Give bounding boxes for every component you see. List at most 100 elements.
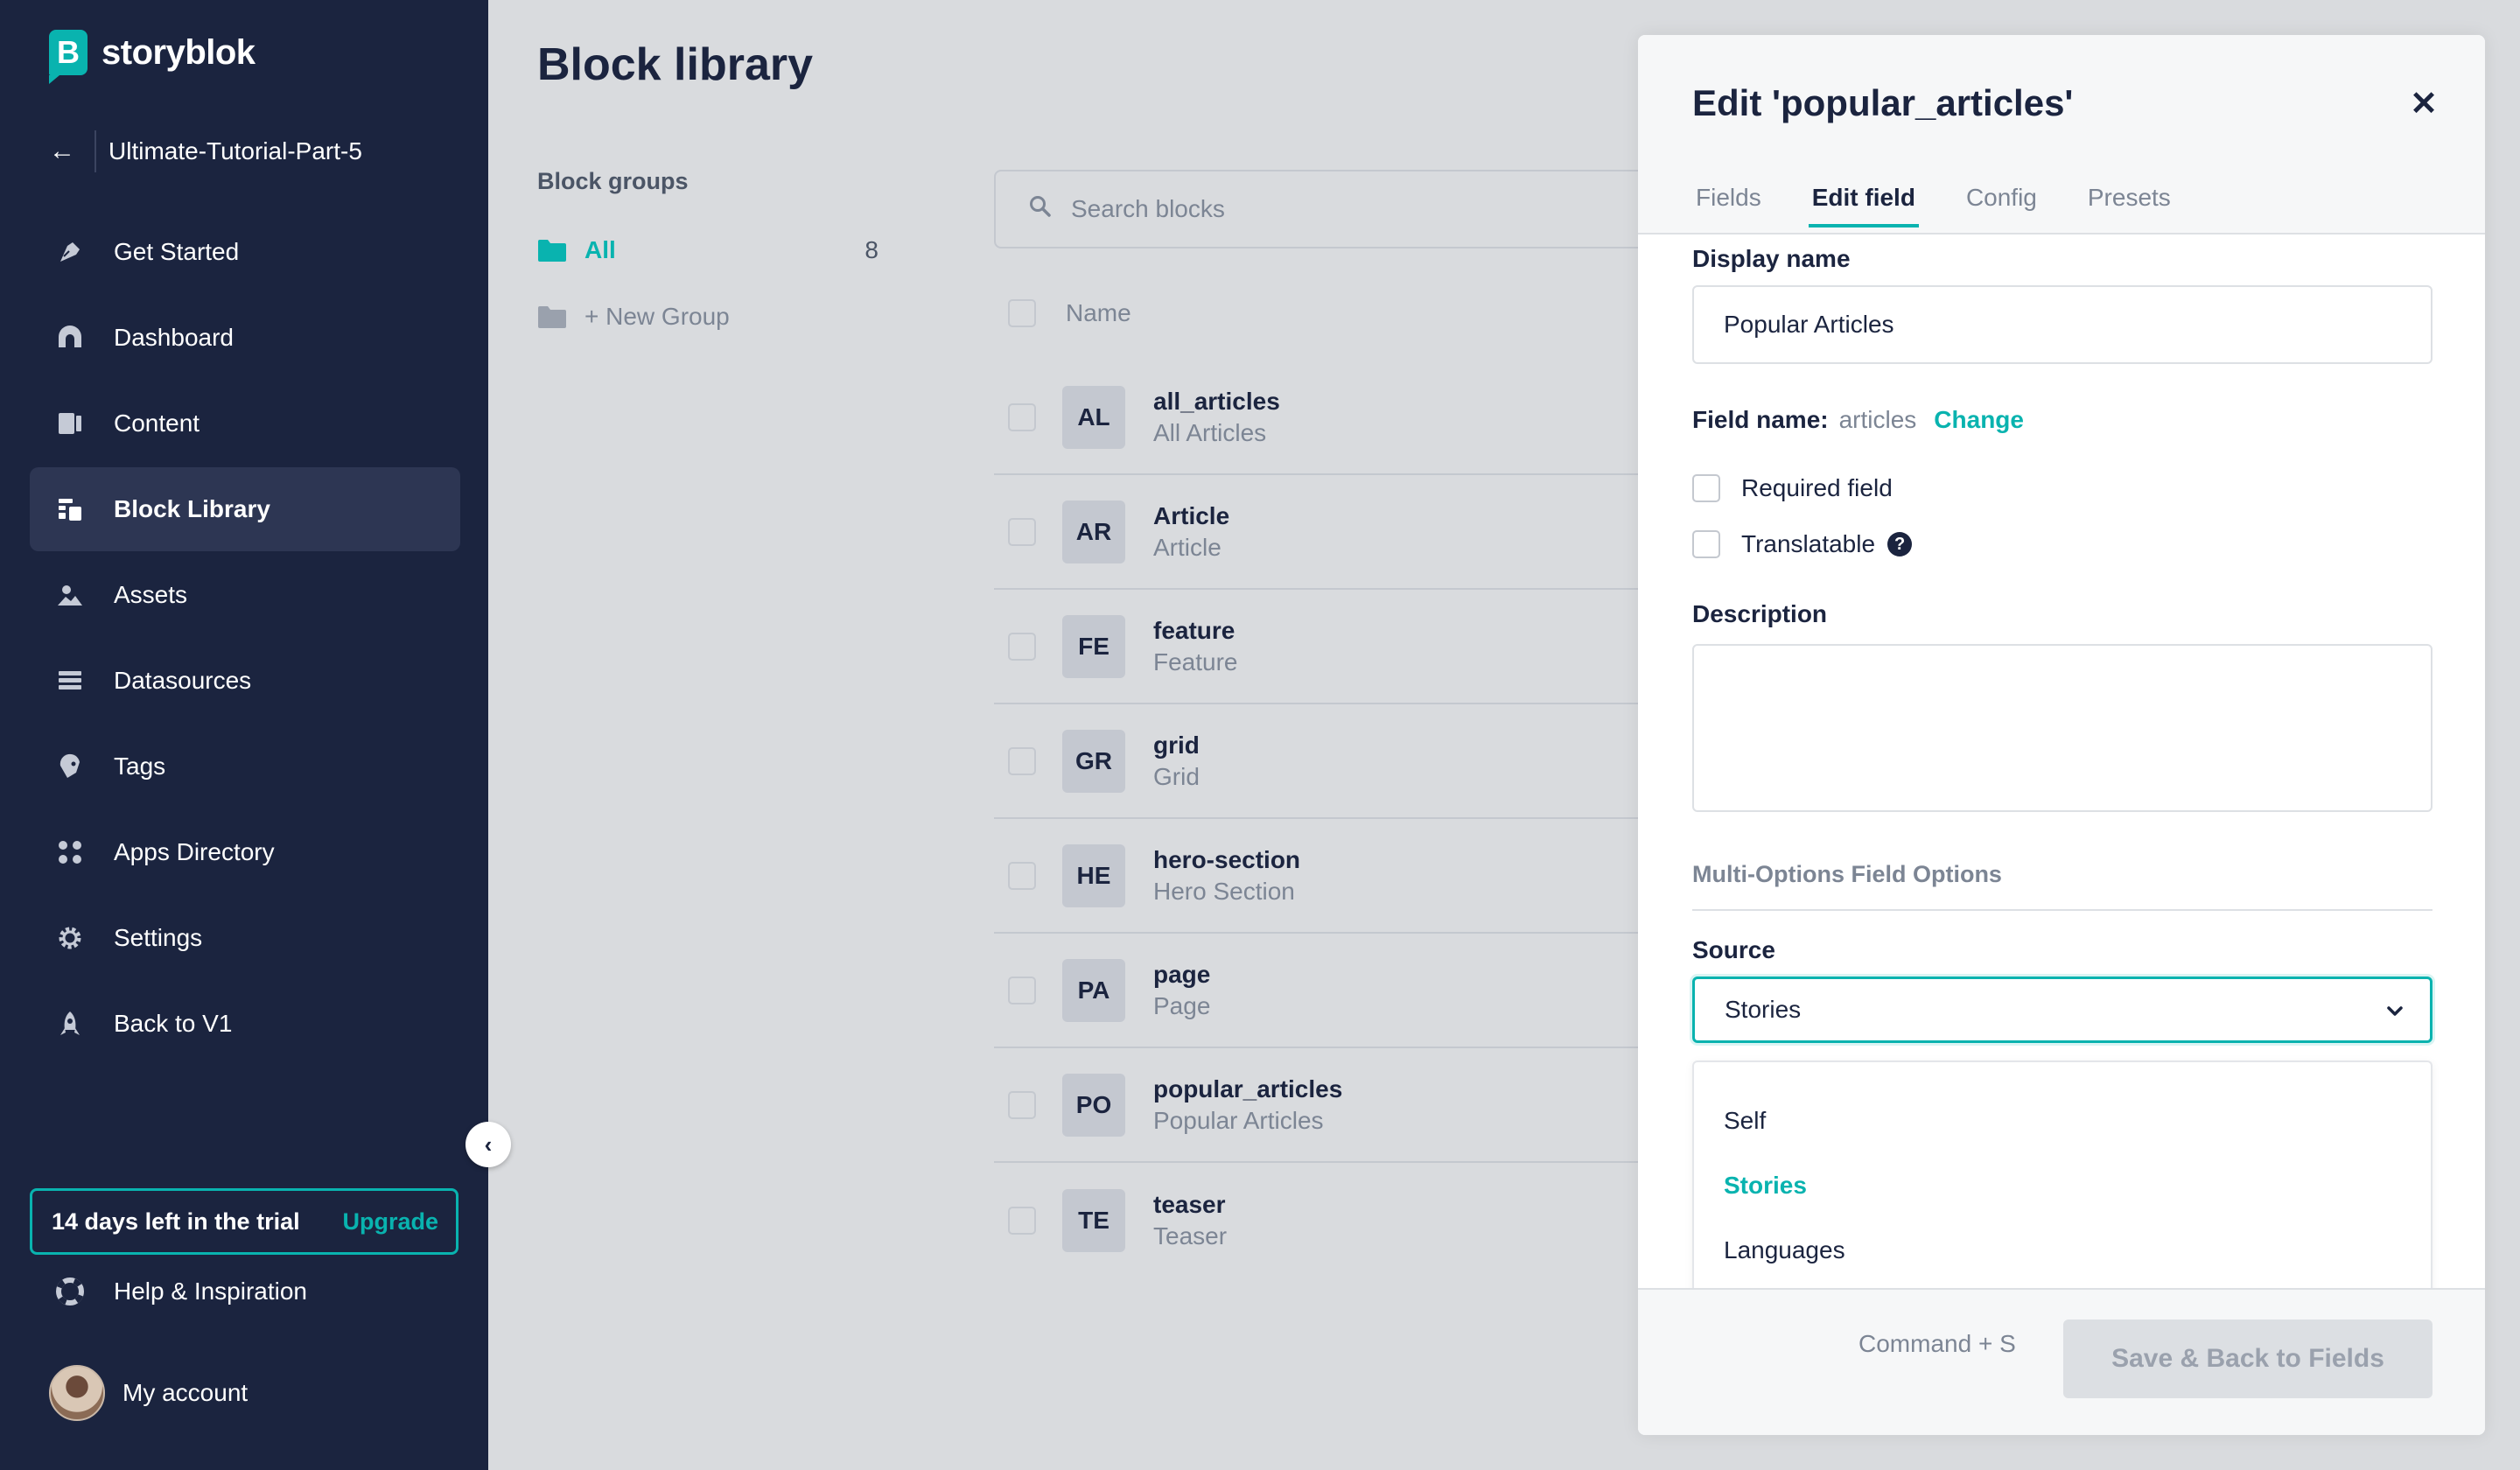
- assets-icon: [54, 579, 86, 611]
- source-option-self[interactable]: Self: [1694, 1088, 2431, 1153]
- row-checkbox[interactable]: [1008, 1206, 1036, 1235]
- block-row[interactable]: PA page Page: [994, 934, 1659, 1048]
- block-row[interactable]: PO popular_articles Popular Articles: [994, 1048, 1659, 1163]
- source-dropdown: SelfStoriesLanguagesDatasource: [1692, 1060, 2432, 1328]
- required-checkbox[interactable]: [1692, 474, 1720, 502]
- sidebar-item-back-to-v1[interactable]: Back to V1: [30, 982, 460, 1066]
- upgrade-link[interactable]: Upgrade: [342, 1208, 438, 1236]
- block-technical-name: popular_articles: [1153, 1074, 1343, 1102]
- row-checkbox[interactable]: [1008, 1090, 1036, 1119]
- sidebar-item-label: Datasources: [114, 667, 252, 694]
- block-text: page Page: [1153, 961, 1210, 1020]
- block-display-name: Hero Section: [1153, 877, 1295, 905]
- divider: [94, 130, 96, 172]
- sidebar-item-label: Settings: [114, 924, 203, 951]
- block-technical-name: feature: [1153, 616, 1236, 644]
- dashboard-icon: [54, 322, 86, 354]
- gear-icon: [54, 922, 86, 954]
- sidebar-item-tags[interactable]: Tags: [30, 724, 460, 808]
- sidebar-item-label: Tags: [114, 752, 166, 780]
- block-text: all_articles All Articles: [1153, 388, 1280, 447]
- block-list: AL all_articles All Articles AR Article Artic…: [994, 360, 1659, 1278]
- source-option-languages[interactable]: Languages: [1694, 1218, 2431, 1283]
- sidebar-item-get-started[interactable]: Get Started: [30, 210, 460, 294]
- translatable-row[interactable]: Translatable ?: [1692, 530, 1913, 558]
- translatable-checkbox[interactable]: [1692, 530, 1720, 558]
- block-technical-name: page: [1153, 960, 1211, 988]
- search-placeholder: Search blocks: [1071, 195, 1225, 222]
- space-switcher[interactable]: ← Ultimate-Tutorial-Part-5: [49, 126, 460, 177]
- apps-icon: [54, 836, 86, 868]
- block-row[interactable]: AL all_articles All Articles: [994, 360, 1659, 475]
- row-checkbox[interactable]: [1008, 976, 1036, 1004]
- sidebar-item-help[interactable]: Help & Inspiration: [54, 1276, 307, 1307]
- display-name-value: Popular Articles: [1724, 311, 1894, 338]
- row-checkbox[interactable]: [1008, 861, 1036, 890]
- sidebar-item-settings[interactable]: Settings: [30, 896, 460, 980]
- search-input[interactable]: Search blocks: [994, 170, 1659, 248]
- sidebar-item-apps-directory[interactable]: Apps Directory: [30, 810, 460, 894]
- storyblok-logo[interactable]: B storyblok: [49, 30, 256, 84]
- new-group-button[interactable]: + New Group: [537, 296, 878, 338]
- group-label: All: [584, 236, 616, 263]
- sidebar-item-account[interactable]: My account: [49, 1365, 248, 1421]
- collapse-sidebar-button[interactable]: ‹: [466, 1122, 511, 1167]
- group-all[interactable]: All 8: [537, 229, 878, 271]
- save-back-button[interactable]: Save & Back to Fields: [2063, 1320, 2432, 1398]
- required-field-row[interactable]: Required field: [1692, 474, 1893, 502]
- brand-name: storyblok: [102, 32, 256, 72]
- edit-block-panel: Edit 'popular_articles' ✕ Fields Edit fie…: [1638, 35, 2485, 1435]
- block-badge: PO: [1062, 1073, 1125, 1137]
- description-textarea[interactable]: [1692, 644, 2432, 812]
- block-display-name: Feature: [1153, 648, 1238, 676]
- source-selected-value: Stories: [1725, 996, 1802, 1023]
- block-technical-name: all_articles: [1153, 387, 1280, 415]
- tab-fields[interactable]: Fields: [1692, 184, 1765, 228]
- row-checkbox[interactable]: [1008, 517, 1036, 546]
- sidebar: B storyblok ← Ultimate-Tutorial-Part-5 G…: [0, 0, 488, 1470]
- sidebar-item-label: Back to V1: [114, 1010, 233, 1037]
- source-select[interactable]: Stories: [1692, 976, 2432, 1043]
- description-label: Description: [1692, 600, 1828, 627]
- block-badge: PA: [1062, 958, 1125, 1022]
- field-name-label: Field name:: [1692, 406, 1829, 433]
- page-title: Block library: [537, 39, 814, 90]
- chevron-left-icon: ‹: [484, 1130, 493, 1158]
- close-icon[interactable]: ✕: [2410, 84, 2438, 123]
- display-name-field[interactable]: Popular Articles: [1692, 285, 2432, 364]
- space-name: Ultimate-Tutorial-Part-5: [108, 137, 362, 164]
- block-badge: AR: [1062, 500, 1125, 564]
- tab-config[interactable]: Config: [1963, 184, 2040, 228]
- folder-icon: [537, 238, 567, 262]
- sidebar-item-dashboard[interactable]: Dashboard: [30, 296, 460, 380]
- select-all-checkbox[interactable]: [1008, 299, 1036, 327]
- sidebar-item-content[interactable]: Content: [30, 382, 460, 466]
- block-row[interactable]: HE hero-section Hero Section: [994, 819, 1659, 934]
- arrow-left-icon[interactable]: ←: [49, 136, 93, 166]
- sidebar-item-datasources[interactable]: Datasources: [30, 639, 460, 723]
- change-field-name-link[interactable]: Change: [1934, 406, 2024, 434]
- column-name[interactable]: Name: [1066, 299, 1131, 327]
- sidebar-item-assets[interactable]: Assets: [30, 553, 460, 637]
- source-label: Source: [1692, 936, 1775, 963]
- block-row[interactable]: FE feature Feature: [994, 590, 1659, 704]
- block-text: teaser Teaser: [1153, 1191, 1227, 1250]
- row-checkbox[interactable]: [1008, 402, 1036, 431]
- tab-presets[interactable]: Presets: [2084, 184, 2174, 228]
- help-icon[interactable]: ?: [1887, 532, 1913, 556]
- row-checkbox[interactable]: [1008, 632, 1036, 661]
- block-row[interactable]: TE teaser Teaser: [994, 1163, 1659, 1278]
- block-technical-name: teaser: [1153, 1190, 1226, 1218]
- tags-icon: [54, 751, 86, 782]
- sidebar-item-block-library[interactable]: Block Library: [30, 467, 460, 551]
- content-icon: [54, 408, 86, 439]
- tab-edit-field[interactable]: Edit field: [1808, 184, 1919, 228]
- block-display-name: All Articles: [1153, 418, 1267, 446]
- row-checkbox[interactable]: [1008, 746, 1036, 775]
- block-technical-name: hero-section: [1153, 845, 1301, 873]
- panel-footer: Command + S Save & Back to Fields: [1638, 1288, 2485, 1435]
- block-row[interactable]: GR grid Grid: [994, 704, 1659, 819]
- source-option-stories[interactable]: Stories: [1694, 1153, 2431, 1218]
- block-display-name: Grid: [1153, 762, 1200, 790]
- block-row[interactable]: AR Article Article: [994, 475, 1659, 590]
